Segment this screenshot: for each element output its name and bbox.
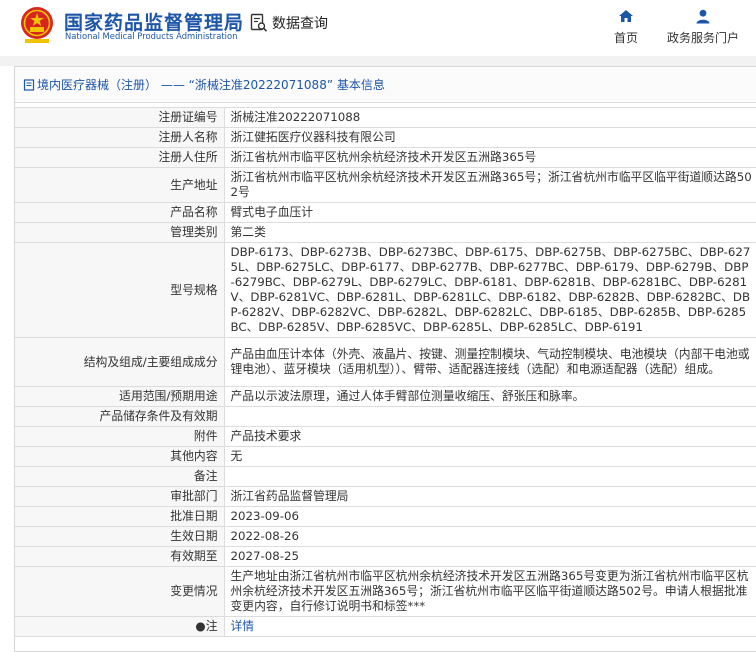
user-icon (696, 9, 710, 24)
table-row: 注册人住所 浙江省杭州市临平区杭州余杭经济技术开发区五洲路365号 (15, 147, 756, 168)
field-label: 注册人名称 (15, 127, 225, 148)
field-value: 2022-08-26 (223, 526, 756, 547)
field-value: DBP-6173、DBP-6273B、DBP-6273BC、DBP-6175、D… (223, 242, 756, 338)
table-row: 结构及组成/主要组成成分 产品由血压计本体（外壳、液晶片、按键、测量控制模块、气… (15, 337, 756, 387)
national-emblem-logo (21, 7, 53, 43)
table-row: 注册人名称 浙江健拓医疗仪器科技有限公司 (15, 127, 756, 148)
table-row: 批准日期 2023-09-06 (15, 506, 756, 527)
breadcrumb: 境内医疗器械（注册） —— “浙械注准20222071088” 基本信息 (15, 67, 756, 103)
table-row: 备注 (15, 466, 756, 487)
detail-panel: 境内医疗器械（注册） —— “浙械注准20222071088” 基本信息 注册证… (14, 66, 756, 652)
field-label: 型号规格 (15, 242, 225, 338)
data-query-link[interactable]: 数据查询 (250, 12, 328, 34)
field-value: 浙江省杭州市临平区杭州余杭经济技术开发区五洲路365号 (223, 147, 756, 168)
document-icon (23, 78, 35, 91)
field-value: 2027-08-25 (223, 546, 756, 567)
field-label: 其他内容 (15, 446, 225, 467)
field-value: 浙江省杭州市临平区杭州余杭经济技术开发区五洲路365号；浙江省杭州市临平区临平街… (223, 167, 756, 203)
table-row: 注册证编号 浙械注准20222071088 (15, 107, 756, 128)
site-header: 国家药品监督管理局 National Medical Products Admi… (0, 0, 756, 56)
table-row: 产品名称 臂式电子血压计 (15, 202, 756, 223)
table-row: 型号规格 DBP-6173、DBP-6273B、DBP-6273BC、DBP-6… (15, 242, 756, 338)
document-search-icon (250, 13, 268, 32)
field-label: 变更情况 (15, 566, 225, 617)
field-value: 浙江省药品监督管理局 (223, 486, 756, 507)
field-value: 产品由血压计本体（外壳、液晶片、按键、测量控制模块、气动控制模块、电池模块（内部… (223, 337, 756, 387)
field-value: 产品以示波法原理，通过人体手臂部位测量收缩压、舒张压和脉率。 (223, 386, 756, 407)
brand-subtitle: National Medical Products Administration (65, 31, 238, 41)
field-label: 产品储存条件及有效期 (15, 406, 225, 427)
field-label: 批准日期 (15, 506, 225, 527)
table-row: 管理类别 第二类 (15, 222, 756, 243)
nav-gov-services-label: 政务服务门户 (666, 31, 739, 45)
field-value: 2023-09-06 (223, 506, 756, 527)
table-row: 审批部门 浙江省药品监督管理局 (15, 486, 756, 507)
nav-home[interactable]: 首页 (610, 9, 642, 46)
nav-gov-services[interactable]: 政务服务门户 (664, 9, 742, 46)
breadcrumb-text: 境内医疗器械（注册） —— “浙械注准20222071088” 基本信息 (37, 78, 385, 92)
field-label: 备注 (15, 466, 225, 487)
table-row: 适用范围/预期用途 产品以示波法原理，通过人体手臂部位测量收缩压、舒张压和脉率。 (15, 386, 756, 407)
field-value: 浙械注准20222071088 (223, 107, 756, 128)
field-label: 注册人住所 (15, 147, 225, 168)
field-value (223, 406, 756, 427)
field-label: 生效日期 (15, 526, 225, 547)
field-label: 附件 (15, 426, 225, 447)
field-value (223, 466, 756, 487)
details-link[interactable]: 详情 (231, 619, 255, 633)
field-value: 产品技术要求 (223, 426, 756, 447)
field-value: 浙江健拓医疗仪器科技有限公司 (223, 127, 756, 148)
table-row: 变更情况 生产地址由浙江省杭州市临平区杭州余杭经济技术开发区五洲路365号变更为… (15, 566, 756, 617)
field-label: 适用范围/预期用途 (15, 386, 225, 407)
data-query-label: 数据查询 (272, 16, 328, 32)
table-row: 产品储存条件及有效期 (15, 406, 756, 427)
field-value: 第二类 (223, 222, 756, 243)
header-divider (0, 56, 756, 66)
table-row: 生产地址 浙江省杭州市临平区杭州余杭经济技术开发区五洲路365号；浙江省杭州市临… (15, 167, 756, 203)
registration-info-table: 注册证编号 浙械注准20222071088 注册人名称 浙江健拓医疗仪器科技有限… (15, 107, 756, 637)
table-row: 附件 产品技术要求 (15, 426, 756, 447)
field-label: 有效期至 (15, 546, 225, 567)
table-row: 其他内容 无 (15, 446, 756, 467)
nav-home-label: 首页 (613, 31, 638, 45)
home-icon (619, 10, 633, 22)
field-value: 臂式电子血压计 (223, 202, 756, 223)
table-row: 生效日期 2022-08-26 (15, 526, 756, 547)
field-label: 生产地址 (15, 167, 225, 203)
field-label: 审批部门 (15, 486, 225, 507)
field-label: ●注 (15, 616, 225, 637)
table-row: 有效期至 2027-08-25 (15, 546, 756, 567)
field-label: 注册证编号 (15, 107, 225, 128)
field-label: 管理类别 (15, 222, 225, 243)
field-label: 产品名称 (15, 202, 225, 223)
field-value: 无 (223, 446, 756, 467)
field-label: 结构及组成/主要组成成分 (15, 337, 225, 387)
table-row: ●注 详情 (15, 616, 756, 637)
field-value: 生产地址由浙江省杭州市临平区杭州余杭经济技术开发区五洲路365号变更为浙江省杭州… (223, 566, 756, 617)
